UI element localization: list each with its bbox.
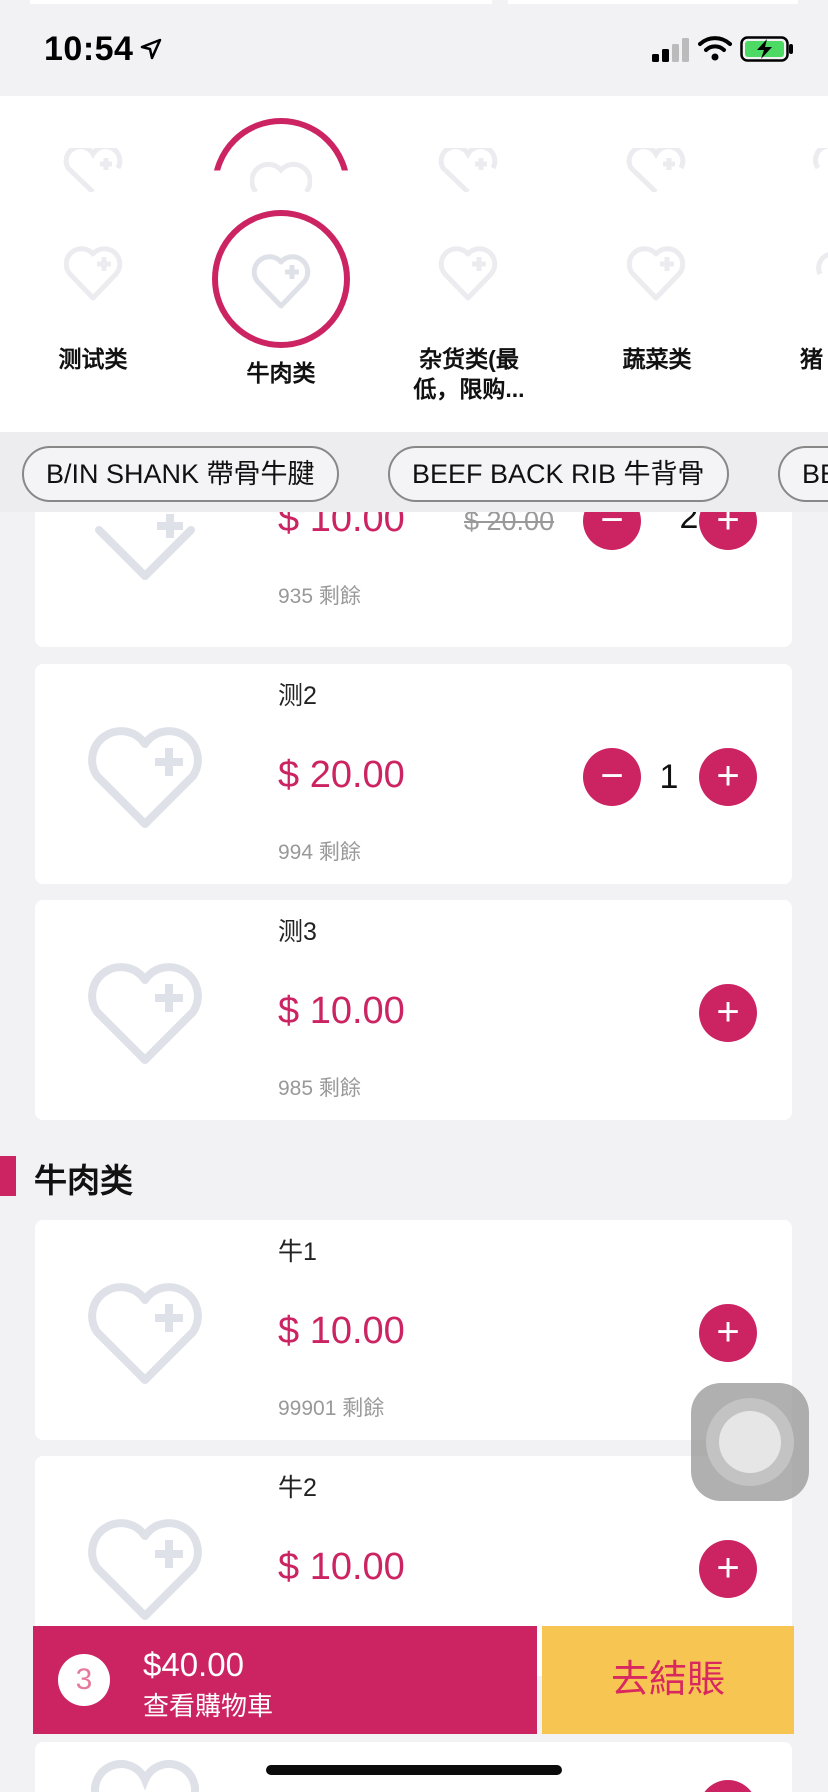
product-quantity: 1 <box>659 758 679 796</box>
status-bar: 10:54 <box>0 0 828 96</box>
add-to-cart-button[interactable]: + <box>699 1540 757 1598</box>
product-card[interactable]: $ 10.00 $ 20.00 − 2 + 935 剩餘 <box>35 512 792 647</box>
product-stock: 99901 剩餘 <box>278 1397 385 1420</box>
location-arrow-icon <box>140 38 162 60</box>
heart-plus-icon <box>63 148 123 192</box>
product-original-price: $ 20.00 <box>464 512 555 536</box>
placeholder-heart-icon <box>91 1760 199 1792</box>
product-price: $ 10.00 <box>278 1546 405 1588</box>
section-accent-bar <box>0 1156 16 1196</box>
product-name: 牛1 <box>278 1238 317 1266</box>
product-list[interactable]: $ 10.00 $ 20.00 − 2 + 935 剩餘 测2 $ 20.00 … <box>0 512 828 1792</box>
section-title: 牛肉类 <box>34 1162 133 1199</box>
category-item-pork[interactable]: 猪 <box>800 344 828 374</box>
status-time: 10:54 <box>44 30 134 68</box>
subcategory-chips[interactable]: B/IN SHANK 帶骨牛腱 BEEF BACK RIB 牛背骨 BE <box>0 432 828 512</box>
category-label: 牛肉类 <box>246 360 316 386</box>
product-stock: 994 剩餘 <box>278 841 361 864</box>
product-price: $ 20.00 <box>278 754 405 796</box>
placeholder-heart-icon <box>88 963 202 1064</box>
product-name: 测2 <box>278 682 317 710</box>
view-cart-button[interactable]: 3 $40.00 查看購物車 <box>33 1626 537 1734</box>
heart-plus-icon <box>63 246 123 301</box>
chip-bin-shank[interactable]: B/IN SHANK 帶骨牛腱 <box>22 446 339 502</box>
heart-plus-icon <box>626 246 686 301</box>
card-edge <box>30 0 492 4</box>
add-to-cart-button[interactable]: + <box>699 984 757 1042</box>
wifi-icon <box>698 36 732 61</box>
heart-plus-icon <box>251 254 311 309</box>
increase-quantity-button[interactable]: + <box>699 748 757 806</box>
product-price: $ 10.00 <box>278 512 405 540</box>
placeholder-heart-icon <box>88 1283 202 1384</box>
cart-count-badge: 3 <box>58 1654 110 1706</box>
heart-plus-icon <box>813 148 828 170</box>
battery-charging-icon <box>740 36 793 62</box>
product-stock: 985 剩餘 <box>278 1077 361 1100</box>
chip-more[interactable]: BE <box>778 446 828 502</box>
increase-quantity-button[interactable]: + <box>699 512 757 550</box>
card-edge <box>508 0 798 4</box>
section-header: 牛肉类 <box>0 1146 828 1206</box>
category-item-beef[interactable]: 牛肉类 <box>196 358 366 388</box>
heart-plus-icon <box>626 148 686 192</box>
category-label: 测试类 <box>58 346 128 372</box>
decrease-quantity-button[interactable]: − <box>583 512 641 550</box>
product-name: 牛2 <box>278 1474 317 1502</box>
add-to-cart-button[interactable]: + <box>699 1304 757 1362</box>
product-name: 测3 <box>278 918 317 946</box>
category-bar[interactable]: 测试类 牛肉类 杂货类(最低，限购... 蔬菜类 猪 <box>0 96 828 432</box>
placeholder-heart-icon <box>88 727 202 828</box>
category-item-test[interactable]: 测试类 <box>8 344 178 374</box>
cart-total: $40.00 <box>143 1646 244 1683</box>
chip-beef-back-rib[interactable]: BEEF BACK RIB 牛背骨 <box>388 446 729 502</box>
checkout-button[interactable]: 去結賬 <box>542 1626 794 1734</box>
product-price: $ 10.00 <box>278 990 405 1032</box>
cellular-signal-icon <box>652 38 689 62</box>
add-to-cart-button[interactable]: + <box>699 1780 757 1792</box>
category-item-vegetable[interactable]: 蔬菜类 <box>572 344 742 374</box>
category-label: 蔬菜类 <box>622 346 692 372</box>
product-card[interactable]: 牛1 $ 10.00 + 99901 剩餘 <box>35 1220 792 1440</box>
product-stock: 935 剩餘 <box>278 585 361 608</box>
product-price: $ 10.00 <box>278 1310 405 1352</box>
category-item-grocery[interactable]: 杂货类(最低，限购... <box>384 344 554 404</box>
heart-plus-icon <box>816 252 828 276</box>
home-indicator[interactable] <box>266 1765 562 1775</box>
assistive-touch-button[interactable] <box>691 1383 809 1501</box>
category-label: 杂货类(最低，限购... <box>413 346 525 402</box>
placeholder-heart-icon <box>95 514 195 580</box>
decrease-quantity-button[interactable]: − <box>583 748 641 806</box>
heart-plus-icon <box>438 148 498 192</box>
product-card[interactable]: 测2 $ 20.00 − 1 + 994 剩餘 <box>35 664 792 884</box>
product-card[interactable]: 测3 $ 10.00 + 985 剩餘 <box>35 900 792 1120</box>
category-label: 猪 <box>800 346 823 372</box>
view-cart-label: 查看購物車 <box>143 1691 274 1721</box>
assistive-touch-center <box>719 1411 781 1473</box>
heart-plus-icon <box>438 246 498 301</box>
placeholder-heart-icon <box>88 1519 202 1620</box>
